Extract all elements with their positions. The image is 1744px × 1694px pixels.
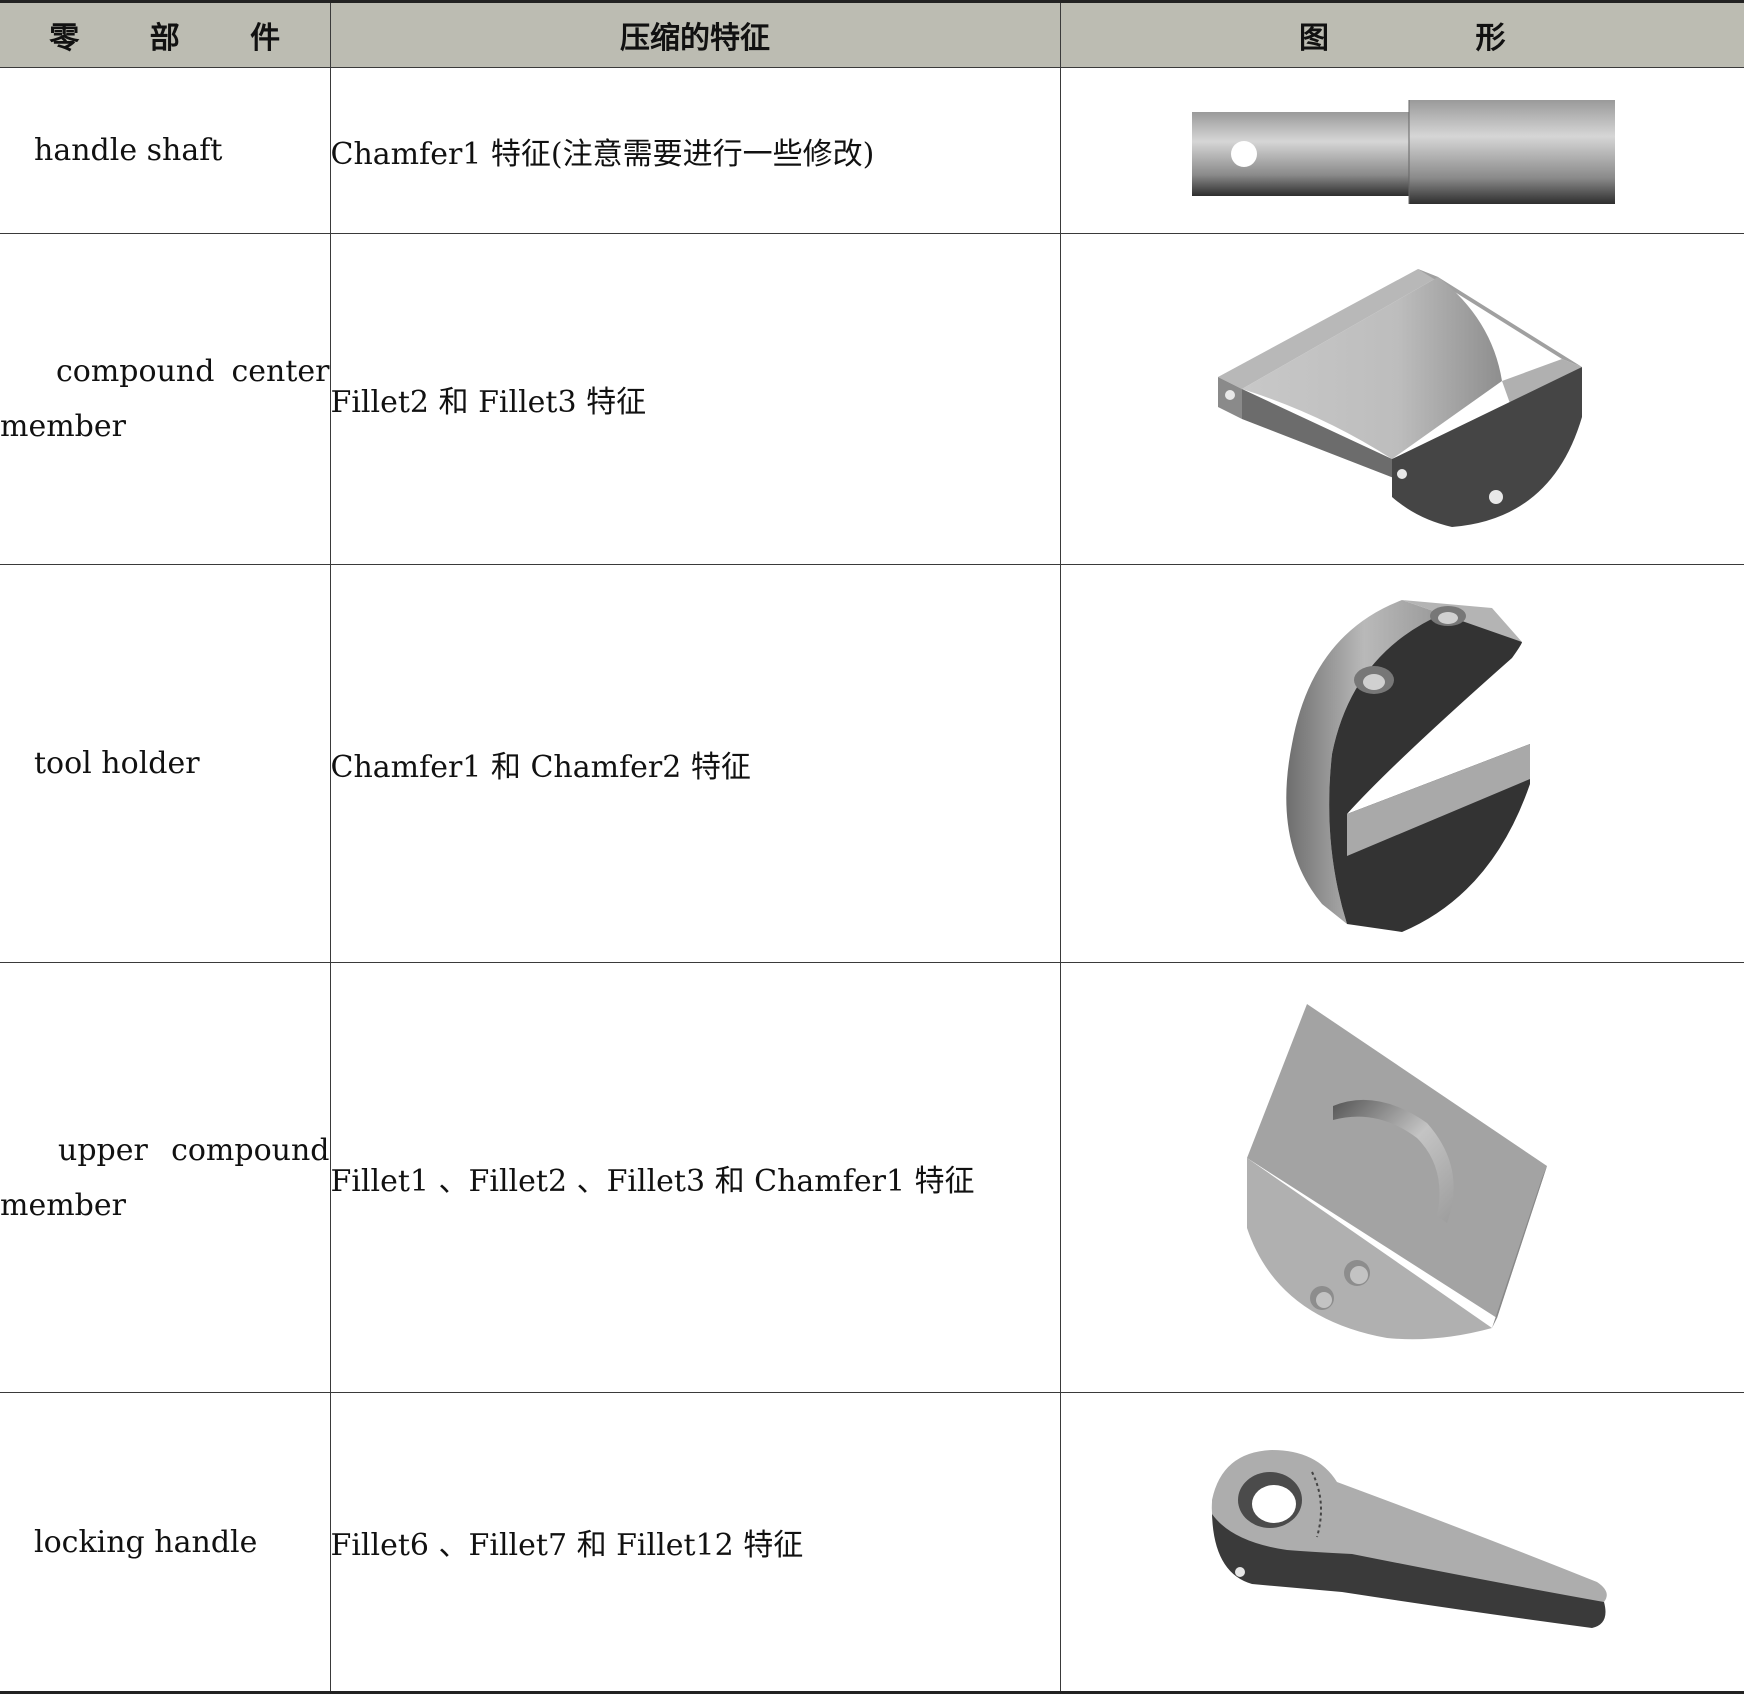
header-shape: 图 形 bbox=[1059, 0, 1744, 68]
part-name: upper compound member bbox=[0, 962, 331, 1393]
header-part: 零 部 件 bbox=[0, 0, 331, 68]
suppressed-features: Chamfer1 和 Chamfer2 特征 bbox=[329, 564, 1061, 963]
shape-cell bbox=[1059, 962, 1744, 1393]
shape-cell bbox=[1059, 1392, 1744, 1694]
suppressed-features: Fillet2 和 Fillet3 特征 bbox=[329, 233, 1061, 565]
shape-cell bbox=[1059, 67, 1744, 234]
table-row: upper compound member Fillet1 、Fillet2 、… bbox=[0, 962, 1744, 1393]
part-name: compound center member bbox=[0, 233, 331, 565]
suppressed-features: Fillet6 、Fillet7 和 Fillet12 特征 bbox=[329, 1392, 1061, 1694]
compound-center-member-image bbox=[1218, 269, 1583, 527]
part-name: handle shaft bbox=[0, 67, 331, 234]
suppressed-features: Fillet1 、Fillet2 、Fillet3 和 Chamfer1 特征 bbox=[329, 962, 1061, 1393]
shape-cell bbox=[1059, 233, 1744, 565]
table-row: tool holder Chamfer1 和 Chamfer2 特征 bbox=[0, 564, 1744, 963]
locking-handle-image bbox=[1212, 1450, 1608, 1628]
feature-table: 零 部 件 压缩的特征 图 形 handle shaft Chamfer1 特征… bbox=[0, 0, 1744, 1694]
header-row: 零 部 件 压缩的特征 图 形 bbox=[0, 0, 1744, 68]
shape-cell bbox=[1059, 564, 1744, 963]
table-row: handle shaft Chamfer1 特征(注意需要进行一些修改) bbox=[0, 67, 1744, 234]
header-features: 压缩的特征 bbox=[329, 0, 1061, 68]
handle-shaft-image bbox=[1192, 99, 1616, 204]
table-row: locking handle Fillet6 、Fillet7 和 Fillet… bbox=[0, 1392, 1744, 1694]
table-row: compound center member Fillet2 和 Fillet3… bbox=[0, 233, 1744, 565]
part-name: locking handle bbox=[0, 1392, 331, 1694]
upper-compound-member-image bbox=[1247, 1003, 1548, 1339]
tool-holder-image bbox=[1286, 599, 1531, 932]
suppressed-features: Chamfer1 特征(注意需要进行一些修改) bbox=[329, 67, 1061, 234]
part-name: tool holder bbox=[0, 564, 331, 963]
